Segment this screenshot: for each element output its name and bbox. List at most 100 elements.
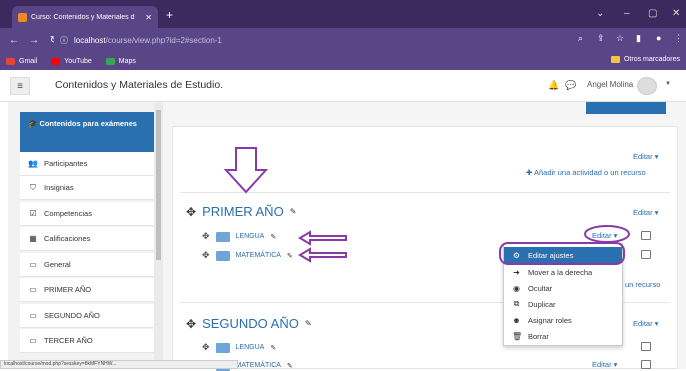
activity-matematica[interactable]: ✥ MATEMÁTICA ✎ [202,250,293,261]
status-bar: localhost/course/mod.php?sesskey=8kMFYNH… [0,360,238,369]
completion-checkbox[interactable] [641,360,651,369]
pencil-icon[interactable]: ✎ [270,233,276,241]
arrow-right-icon: ➜ [513,267,520,277]
menu-item-mover-derecha[interactable]: ➜ Mover a la derecha [504,264,622,280]
folder-icon: ▭ [29,285,37,294]
trash-icon: 🗑 [512,331,523,341]
bookmarks-bar: Gmail YouTube Maps Otros marcadores [0,52,686,70]
browser-tab[interactable]: Curso: Contenidos y Materiales d ✕ [12,6,158,28]
checkbox-icon: ☑ [29,209,37,218]
activity-lengua-2[interactable]: ✥ LENGUA ✎ [202,342,276,353]
share-icon[interactable]: ⇪ [597,33,605,44]
info-icon[interactable]: ⓘ [60,35,68,46]
profile-icon[interactable]: ● [656,33,661,43]
drawer-item-calificaciones[interactable]: ▦ Calificaciones [20,227,155,251]
star-icon[interactable]: ☆ [616,33,624,44]
new-tab-button[interactable]: + [166,8,173,22]
back-icon[interactable]: ← [8,35,20,46]
menu-item-duplicar[interactable]: ⧉ Duplicar [504,296,622,312]
copy-icon: ⧉ [513,299,520,308]
drawer-item-primer-ano[interactable]: ▭ PRIMER AÑO [20,278,155,302]
menu-item-borrar[interactable]: 🗑 Borrar [504,328,622,344]
move-icon[interactable]: ✥ [186,317,196,331]
user-name[interactable]: Angel Molina [587,80,633,89]
sidepanel-icon[interactable]: ▮ [636,33,641,44]
drawer-item-competencias[interactable]: ☑ Competencias [20,202,155,226]
drawer-item-participantes[interactable]: 👥 Participantes [20,152,155,176]
youtube-icon [51,57,61,65]
folder-icon: ▭ [29,260,37,269]
pencil-icon[interactable]: ✎ [270,344,276,352]
pencil-icon[interactable]: ✎ [287,362,293,370]
gmail-icon [6,57,15,65]
edit-dropdown-menu: ⚙ Editar ajustes ➜ Mover a la derecha ◉ Ocu… [503,243,623,346]
completion-checkbox[interactable] [641,342,651,351]
add-activity-link-partial[interactable]: un recurso [625,280,660,289]
pencil-icon[interactable]: ✎ [290,207,297,216]
menu-icon[interactable]: ⋮ [674,33,683,44]
edit-menu-matematica-2[interactable]: Editar ▾ [592,360,617,369]
pencil-icon[interactable]: ✎ [287,252,293,260]
drawer-item-insignias[interactable]: ⛉ Insignias [20,176,155,200]
move-icon[interactable]: ✥ [202,342,210,353]
move-icon[interactable]: ✥ [202,231,210,242]
shield-icon: ⛉ [30,182,36,192]
close-window-icon[interactable]: ✕ [672,8,680,19]
address-bar[interactable]: ⓘ localhost/course/view.php?id=2#section… [54,31,614,49]
folder-icon [610,56,620,63]
edit-menu-section-2[interactable]: Editar ▾ [633,319,658,328]
drawer-item-tercer-ano[interactable]: ▭ TERCER AÑO [20,329,155,353]
bookmark-youtube[interactable]: YouTube [51,57,92,65]
users-icon: 👥 [28,159,38,168]
menu-item-ocultar[interactable]: ◉ Ocultar [504,280,622,296]
drawer-item-general[interactable]: ▭ General [20,253,155,277]
edit-mode-button[interactable] [586,102,666,114]
edit-menu-general[interactable]: Editar ▾ [633,152,658,161]
section-title-primer-ano[interactable]: ✥ PRIMER AÑO ✎ [186,204,296,219]
scrollbar-thumb[interactable] [156,110,161,260]
edit-menu-lengua[interactable]: Editar ▾ [592,231,617,240]
tab-strip: Curso: Contenidos y Materiales d ✕ + ⌄ –… [0,0,686,28]
minimize-icon[interactable]: – [624,8,630,19]
forward-icon[interactable]: → [28,35,40,46]
search-icon[interactable]: ⌕ [578,33,583,44]
table-icon: ▦ [29,234,37,243]
eye-icon: ◉ [513,283,520,293]
move-icon[interactable]: ✥ [186,205,196,219]
folder-icon: ▭ [29,336,37,345]
graduation-cap-icon: 🎓 [28,119,38,128]
gear-icon: ⚙ [512,250,521,260]
chevron-down-icon[interactable]: ▼ [665,81,671,87]
maximize-icon[interactable]: ▢ [648,8,657,19]
nav-drawer: 🎓 Contenidos para exámenes 👥 Participante… [8,102,158,369]
bookmark-gmail[interactable]: Gmail [6,57,37,65]
bookmark-maps[interactable]: Maps [105,57,136,65]
hamburger-menu-icon[interactable]: ≡ [10,77,30,95]
completion-checkbox[interactable] [641,250,651,259]
activity-label: MATEMÁTICA [235,252,281,259]
other-bookmarks[interactable]: Otros marcadores [610,56,680,63]
edit-menu-section-1[interactable]: Editar ▾ [633,208,658,217]
activity-label: LENGUA [235,344,265,351]
move-icon[interactable]: ✥ [202,250,210,261]
activity-label: MATEMÁTICA [235,362,281,369]
drawer-item-label: Contenidos para exámenes [39,119,137,128]
messages-icon[interactable]: 💬 [565,80,576,91]
drawer-item-segundo-ano[interactable]: ▭ SEGUNDO AÑO [20,304,155,328]
notifications-icon[interactable]: 🔔 [548,80,559,91]
folder-icon [215,231,230,242]
tab-close-icon[interactable]: ✕ [145,13,152,22]
site-name[interactable]: Contenidos y Materiales de Estudio. [55,79,223,91]
chevron-down-icon[interactable]: ⌄ [596,8,604,19]
url-host: localhost [74,35,106,45]
menu-item-editar-ajustes[interactable]: ⚙ Editar ajustes [504,247,622,263]
completion-checkbox[interactable] [641,231,651,240]
section-title-segundo-ano[interactable]: ✥ SEGUNDO AÑO ✎ [186,316,312,331]
menu-item-asignar-roles[interactable]: ☻ Asignar roles [504,312,622,328]
avatar[interactable] [637,77,657,95]
drawer-item-contenidos[interactable]: 🎓 Contenidos para exámenes [20,112,155,152]
pencil-icon[interactable]: ✎ [305,319,312,328]
activity-lengua[interactable]: ✥ LENGUA ✎ [202,231,276,242]
plus-icon: ✚ [526,168,534,177]
add-activity-link[interactable]: ✚ Añadir una actividad o un recurso [526,168,646,177]
